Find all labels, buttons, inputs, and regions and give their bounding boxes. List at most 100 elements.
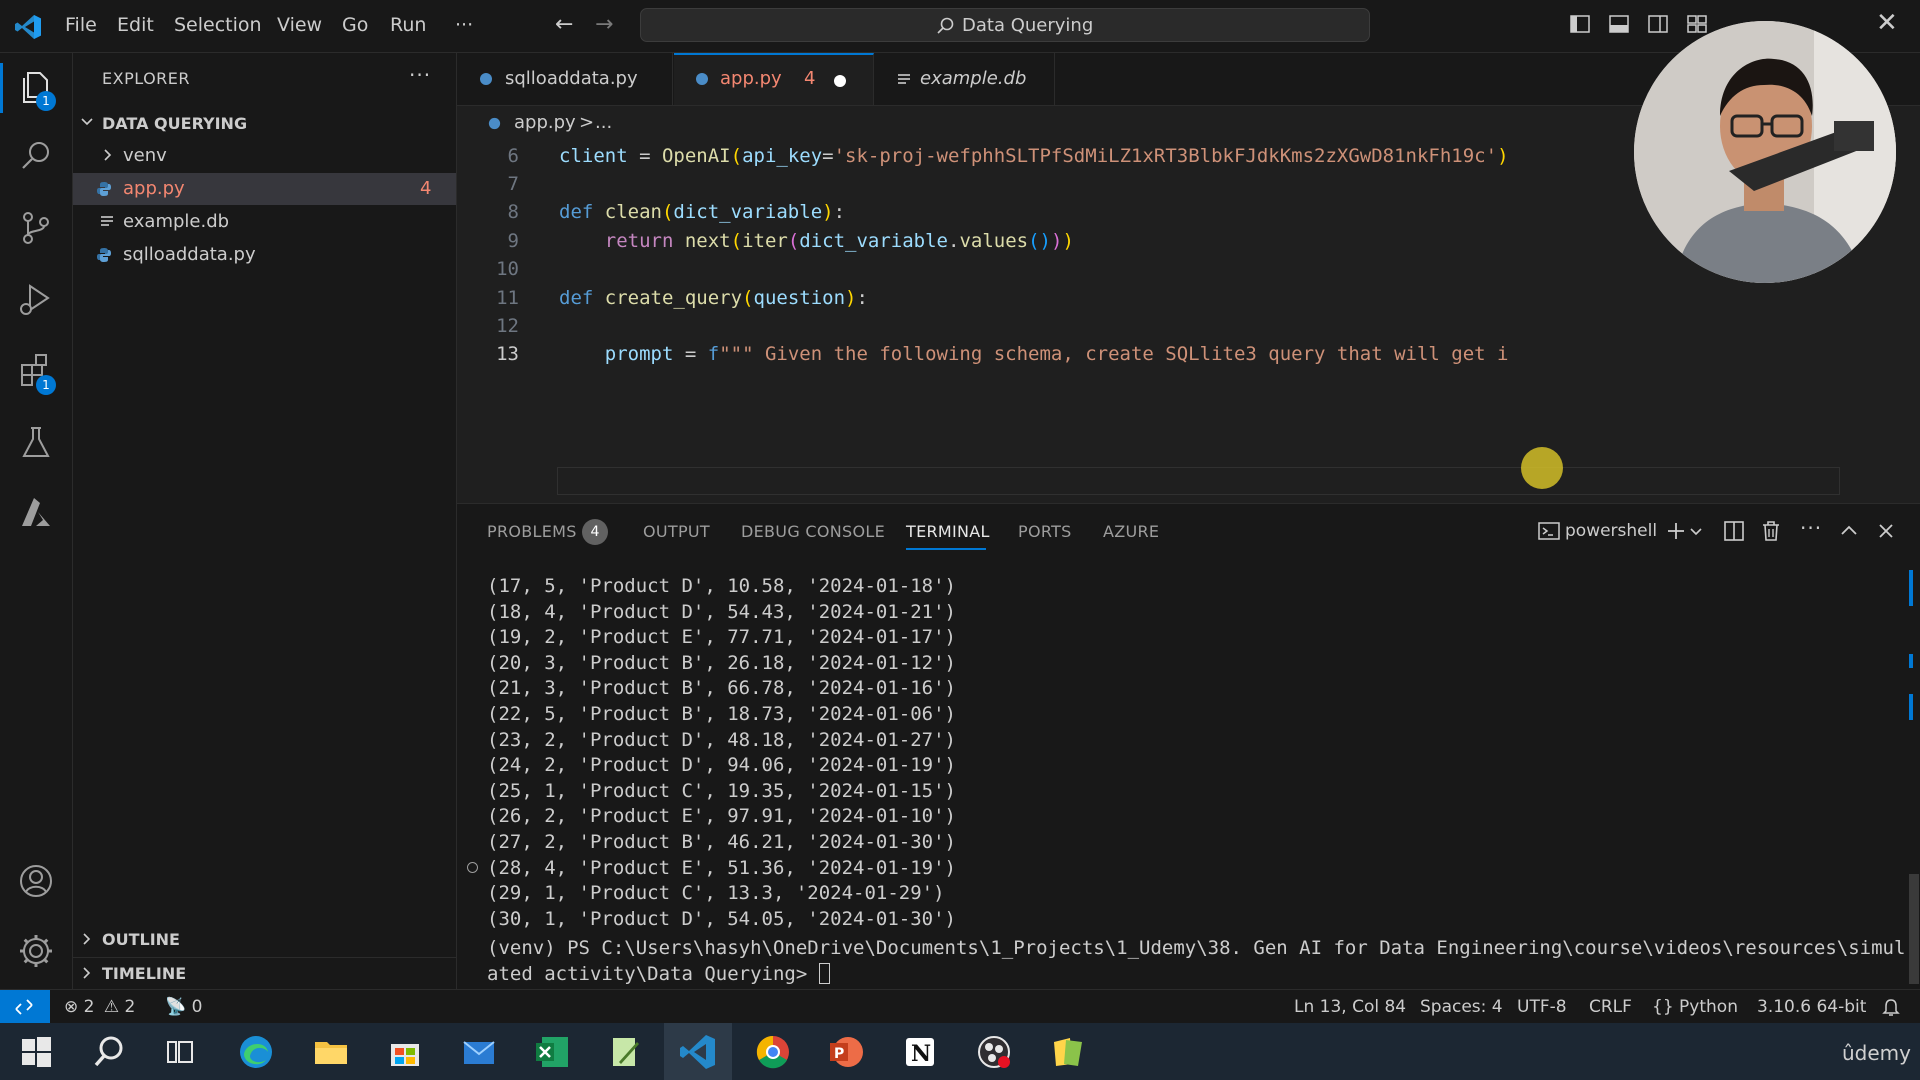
- menu-file[interactable]: File: [65, 14, 97, 36]
- chevron-down-icon[interactable]: [1689, 520, 1703, 542]
- tab-label: sqlloaddata.py: [505, 68, 638, 89]
- outline-section[interactable]: OUTLINE: [73, 924, 456, 956]
- accounts-icon[interactable]: [16, 861, 56, 901]
- chrome-icon[interactable]: [753, 1032, 793, 1072]
- svg-text:P: P: [834, 1046, 844, 1062]
- powerpoint-icon[interactable]: P: [826, 1032, 866, 1072]
- new-terminal-plus-icon[interactable]: [1665, 520, 1687, 542]
- tree-item-example-db[interactable]: example.db: [73, 206, 456, 238]
- notion-icon[interactable]: N: [900, 1032, 940, 1072]
- code-line[interactable]: 13 prompt = f""" Given the following sch…: [457, 343, 1920, 371]
- task-view-icon[interactable]: [160, 1032, 200, 1072]
- menu-view[interactable]: View: [277, 14, 322, 36]
- azure-icon[interactable]: [16, 493, 56, 533]
- error-icon: ⊗: [64, 997, 79, 1017]
- code-text: def clean(dict_variable):: [559, 201, 845, 223]
- tab-azure[interactable]: AZURE: [1103, 522, 1159, 541]
- status-python-interpreter[interactable]: 3.10.6 64-bit: [1757, 997, 1866, 1017]
- settings-gear-icon[interactable]: [16, 931, 56, 971]
- testing-flask-icon[interactable]: [16, 423, 56, 463]
- active-indicator: [0, 63, 3, 113]
- customize-layout-icon[interactable]: [1687, 15, 1707, 33]
- file-explorer-icon[interactable]: [311, 1032, 351, 1072]
- terminal-prompt-text: ated activity\Data Querying>: [487, 963, 819, 985]
- split-terminal-icon[interactable]: [1723, 520, 1745, 542]
- microsoft-store-icon[interactable]: [385, 1032, 425, 1072]
- menu-edit[interactable]: Edit: [117, 14, 154, 36]
- forward-arrow-icon[interactable]: →: [595, 12, 613, 37]
- code-token: (): [1028, 230, 1051, 252]
- terminal-line: (23, 2, 'Product D', 48.18, '2024-01-27'…: [487, 728, 956, 751]
- run-debug-icon[interactable]: [16, 279, 56, 319]
- command-center-search[interactable]: Data Querying: [640, 8, 1370, 42]
- mail-icon[interactable]: [459, 1032, 499, 1072]
- more-actions-icon[interactable]: ···: [1800, 516, 1822, 540]
- problems-count: 4: [420, 178, 432, 199]
- notifications-bell-icon[interactable]: [1882, 998, 1900, 1018]
- toggle-primary-sidebar-icon[interactable]: [1570, 15, 1590, 33]
- code-token: 'sk-proj-wefphhSLTPfSdMiLZ1xRT3BlbkFJdkK…: [833, 145, 1498, 167]
- tab-example-db[interactable]: example.db: [875, 53, 1055, 105]
- tab-sqlloaddata-py[interactable]: sqlloaddata.py: [457, 53, 673, 105]
- remote-indicator[interactable]: [0, 990, 50, 1024]
- sticky-notes-icon[interactable]: [1048, 1032, 1088, 1072]
- menu-more[interactable]: ···: [455, 14, 473, 36]
- taskbar-search-icon[interactable]: [89, 1032, 129, 1072]
- notepad-icon[interactable]: [605, 1032, 645, 1072]
- code-text: def create_query(question):: [559, 287, 868, 309]
- timeline-label: TIMELINE: [102, 964, 187, 983]
- status-errors[interactable]: ⊗ 2 ⚠ 2: [64, 997, 135, 1017]
- code-token: =: [673, 343, 708, 365]
- terminal-shell-label[interactable]: powershell: [1565, 521, 1657, 541]
- code-token: """ Given the following schema, create S…: [719, 343, 1509, 365]
- toggle-panel-icon[interactable]: [1609, 15, 1629, 33]
- python-file-icon: [696, 73, 708, 85]
- windows-start-icon[interactable]: [16, 1032, 56, 1072]
- tab-terminal[interactable]: TERMINAL: [906, 522, 990, 541]
- status-indentation[interactable]: Spaces: 4: [1420, 997, 1503, 1017]
- code-text: return next(iter(dict_variable.values())…: [559, 230, 1074, 252]
- status-language-mode[interactable]: {} Python: [1652, 997, 1738, 1017]
- close-panel-icon[interactable]: [1875, 520, 1897, 542]
- code-line[interactable]: 12: [457, 315, 1920, 343]
- status-ports[interactable]: 📡 0: [165, 997, 202, 1017]
- menu-go[interactable]: Go: [342, 14, 368, 36]
- tab-app-py[interactable]: app.py 4: [674, 53, 874, 105]
- tab-ports[interactable]: PORTS: [1018, 522, 1072, 541]
- menu-selection[interactable]: Selection: [174, 14, 262, 36]
- code-token: dict_variable: [799, 230, 948, 252]
- edge-browser-icon[interactable]: [236, 1032, 276, 1072]
- tree-item-sqlloaddata-py[interactable]: sqlloaddata.py: [73, 239, 456, 271]
- code-token: values: [959, 230, 1029, 252]
- terminal-line: (30, 1, 'Product D', 54.05, '2024-01-30'…: [487, 907, 956, 930]
- folder-root[interactable]: DATA QUERYING: [73, 107, 456, 139]
- breadcrumb-symbol[interactable]: ...: [595, 112, 612, 133]
- terminal-scroll-marker: [1909, 694, 1913, 720]
- vscode-taskbar-icon[interactable]: [678, 1032, 718, 1072]
- code-line[interactable]: 11 def create_query(question):: [457, 287, 1920, 315]
- excel-icon[interactable]: [532, 1032, 572, 1072]
- terminal-scrollbar[interactable]: [1909, 874, 1919, 984]
- search-icon[interactable]: [16, 136, 56, 176]
- explorer-more-actions[interactable]: ···: [409, 63, 431, 87]
- maximize-panel-icon[interactable]: [1838, 520, 1860, 542]
- source-control-icon[interactable]: [16, 208, 56, 248]
- status-encoding[interactable]: UTF-8: [1517, 997, 1567, 1017]
- unsaved-dot-icon[interactable]: [834, 75, 846, 87]
- tree-item-venv[interactable]: venv: [73, 140, 456, 172]
- tab-debug-console[interactable]: DEBUG CONSOLE: [741, 522, 885, 541]
- menu-run[interactable]: Run: [390, 14, 426, 36]
- toggle-secondary-sidebar-icon[interactable]: [1648, 15, 1668, 33]
- tab-output[interactable]: OUTPUT: [643, 522, 710, 541]
- back-arrow-icon[interactable]: ←: [555, 12, 573, 37]
- timeline-section[interactable]: TIMELINE: [73, 957, 456, 990]
- tree-item-app-py[interactable]: app.py 4: [73, 173, 456, 205]
- status-eol[interactable]: CRLF: [1589, 997, 1632, 1017]
- trash-icon[interactable]: [1760, 520, 1782, 542]
- status-cursor-position[interactable]: Ln 13, Col 84: [1294, 997, 1406, 1017]
- active-tab-underline: [906, 548, 986, 550]
- window-close-icon[interactable]: ✕: [1876, 8, 1898, 38]
- obs-recorder-icon[interactable]: [974, 1032, 1014, 1072]
- breadcrumb-file[interactable]: app.py: [514, 112, 576, 133]
- tab-problems[interactable]: PROBLEMS: [487, 522, 577, 541]
